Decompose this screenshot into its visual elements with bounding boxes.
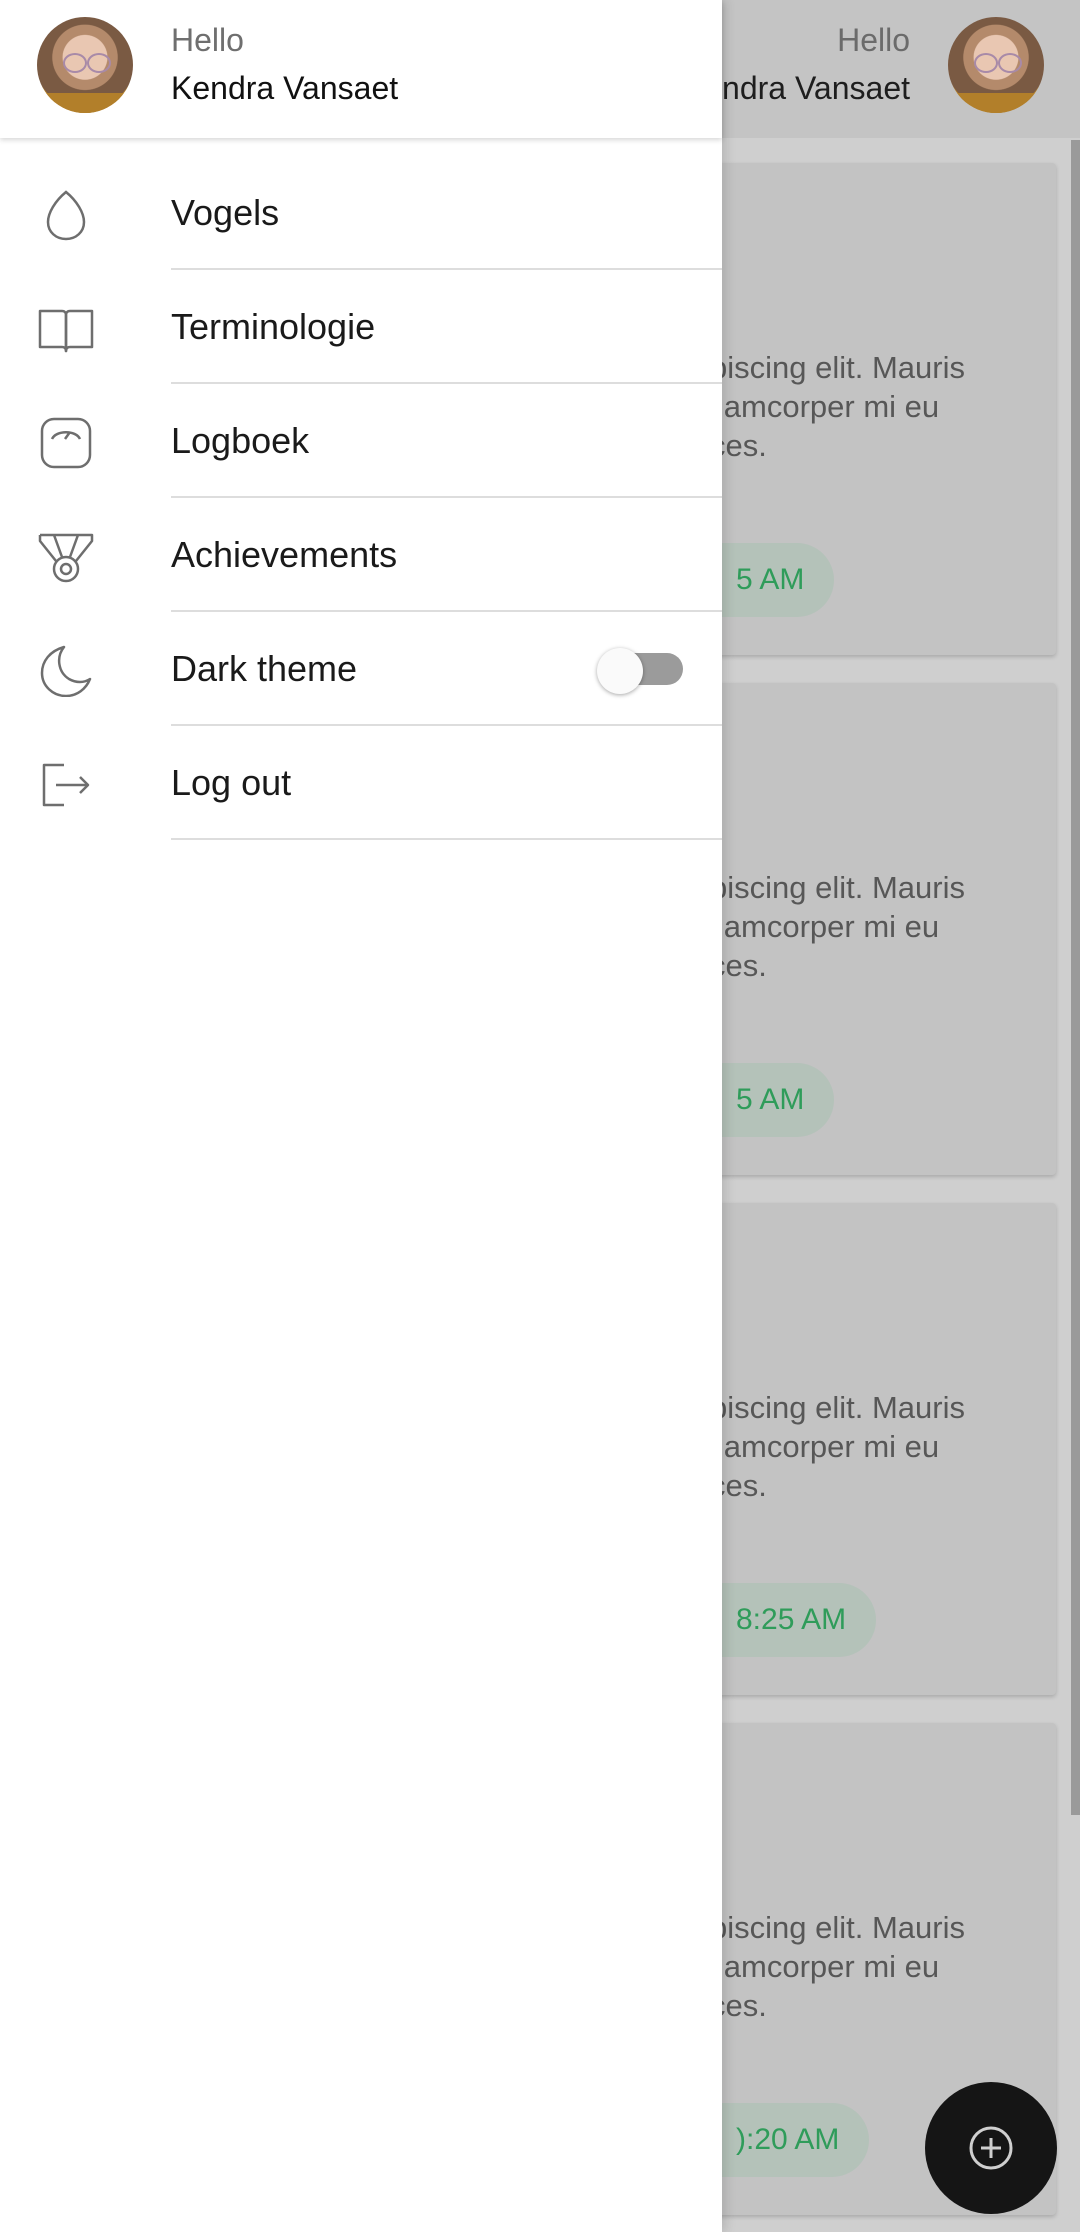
- navigation-drawer: Hello Kendra Vansaet Vogels Terminologie…: [0, 0, 722, 2232]
- menu-item-label: Dark theme: [171, 648, 358, 689]
- menu-item-vogels[interactable]: Vogels: [0, 156, 722, 270]
- add-circle-icon: [969, 2126, 1013, 2170]
- menu-item-log-out[interactable]: Log out: [0, 726, 722, 840]
- scrollbar[interactable]: [1071, 140, 1080, 1815]
- drawer-greeting: Hello: [171, 22, 244, 58]
- log-card[interactable]: biscing elit. Mauris llamcorper mi eu ce…: [680, 1203, 1056, 1695]
- log-card[interactable]: biscing elit. Mauris llamcorper mi eu ce…: [680, 683, 1056, 1175]
- card-text-line: llamcorper mi eu: [710, 1429, 940, 1464]
- card-text-line: ces.: [710, 948, 767, 983]
- medal-icon: [38, 533, 94, 583]
- logout-icon: [42, 763, 90, 807]
- menu-item-logboek[interactable]: Logboek: [0, 384, 722, 498]
- menu-item-terminologie[interactable]: Terminologie: [0, 270, 722, 384]
- card-text-line: biscing elit. Mauris: [710, 1390, 965, 1425]
- toggle-thumb: [597, 648, 643, 694]
- header-greeting: Hello: [837, 22, 910, 58]
- scale-icon: [40, 417, 92, 469]
- menu-item-label: Log out: [171, 762, 292, 803]
- book-icon: [38, 309, 94, 353]
- menu-item-dark-theme[interactable]: Dark theme: [0, 612, 722, 726]
- menu-item-label: Vogels: [171, 192, 280, 233]
- moon-icon: [40, 645, 92, 697]
- header-user-name: ndra Vansaet: [722, 70, 910, 106]
- drawer-header: Hello Kendra Vansaet: [0, 0, 722, 138]
- card-text-line: ces.: [710, 1468, 767, 1503]
- card-text-line: llamcorper mi eu: [710, 389, 940, 424]
- card-text-line: ces.: [710, 1988, 767, 2023]
- menu-item-label: Logboek: [171, 420, 310, 461]
- avatar[interactable]: [948, 17, 1044, 113]
- divider: [171, 838, 722, 840]
- drawer-user-name: Kendra Vansaet: [171, 70, 399, 106]
- dark-theme-toggle[interactable]: [597, 648, 687, 694]
- card-text-line: biscing elit. Mauris: [710, 350, 965, 385]
- add-entry-button[interactable]: [925, 2082, 1057, 2214]
- card-text-line: ces.: [710, 428, 767, 463]
- card-text-line: biscing elit. Mauris: [710, 870, 965, 905]
- card-text-line: llamcorper mi eu: [710, 1949, 940, 1984]
- menu-item-achievements[interactable]: Achievements: [0, 498, 722, 612]
- card-text-line: biscing elit. Mauris: [710, 1910, 965, 1945]
- menu-item-label: Terminologie: [171, 306, 376, 347]
- egg-icon: [46, 190, 86, 241]
- avatar[interactable]: [37, 17, 133, 113]
- log-card[interactable]: biscing elit. Mauris llamcorper mi eu ce…: [680, 163, 1056, 655]
- card-text-line: llamcorper mi eu: [710, 909, 940, 944]
- menu-item-label: Achievements: [171, 534, 398, 575]
